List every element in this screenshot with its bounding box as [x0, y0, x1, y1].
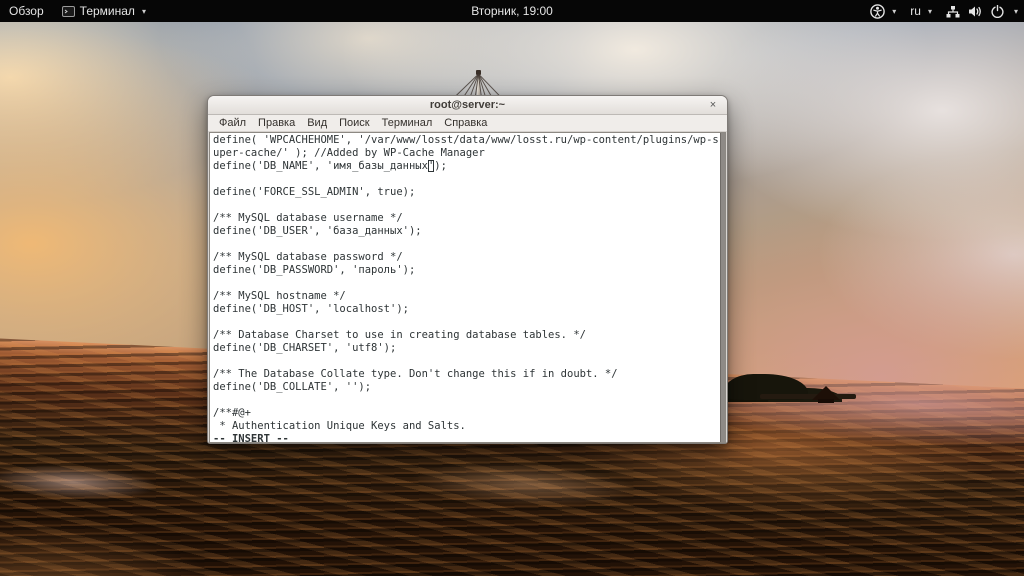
menu-item-Файл[interactable]: Файл — [213, 117, 252, 129]
hut-base — [818, 399, 834, 403]
window-title: root@server:~ — [429, 99, 506, 111]
terminal-line: uper-cache/' ); //Added by WP-Cache Mana… — [213, 147, 485, 159]
terminal-line: /** MySQL hostname */ — [213, 290, 346, 302]
chevron-down-icon: ▾ — [141, 6, 146, 16]
terminal-line: define( 'WPCACHEHOME', '/var/www/losst/d… — [213, 134, 719, 146]
wired-network-icon — [946, 5, 960, 18]
menu-item-Терминал[interactable]: Терминал — [376, 117, 439, 129]
gnome-top-bar: Обзор Терминал ▾ Вторник, 19:00 ▾ ru ▾ ▾ — [0, 0, 1024, 22]
hut-roof — [812, 386, 840, 400]
keyboard-layout-menu[interactable]: ru ▾ — [908, 0, 934, 22]
menu-item-Поиск[interactable]: Поиск — [333, 117, 375, 129]
chevron-down-icon: ▾ — [1013, 6, 1018, 16]
terminal-line: define('DB_CHARSET', 'utf8'); — [213, 342, 397, 354]
menu-item-Справка[interactable]: Справка — [438, 117, 493, 129]
power-icon — [991, 4, 1004, 18]
keyboard-layout-label: ru — [910, 4, 921, 18]
chevron-down-icon: ▾ — [927, 6, 932, 16]
system-status-menu[interactable]: ▾ — [944, 0, 1020, 22]
close-button[interactable]: × — [706, 98, 720, 112]
terminal-line: /** MySQL database username */ — [213, 212, 403, 224]
volume-icon — [968, 5, 983, 18]
terminal-line: -- INSERT -- — [213, 433, 289, 443]
terminal-line: define('DB_USER', 'база_данных'); — [213, 225, 422, 237]
app-menu-terminal[interactable]: Терминал ▾ — [53, 0, 155, 22]
terminal-line: define('FORCE_SSL_ADMIN', true); — [213, 186, 416, 198]
terminal-menubar: Файл Правка Вид Поиск Терминал Справка — [208, 115, 727, 132]
island-shore — [760, 394, 856, 399]
window-titlebar[interactable]: root@server:~ × — [208, 96, 727, 115]
app-menu-label: Терминал — [79, 4, 135, 18]
terminal-screen[interactable]: define( 'WPCACHEHOME', '/var/www/losst/d… — [209, 132, 726, 443]
chevron-down-icon: ▾ — [892, 6, 897, 16]
terminal-line: /** MySQL database password */ — [213, 251, 403, 263]
terminal-line: define('DB_PASSWORD', 'пароль'); — [213, 264, 416, 276]
terminal-line: /** The Database Collate type. Don't cha… — [213, 368, 618, 380]
terminal-line: define('DB_NAME', 'имя_базы_данных'); — [213, 160, 447, 172]
terminal-scrollbar[interactable] — [720, 133, 725, 442]
terminal-line: /** Database Charset to use in creating … — [213, 329, 586, 341]
terminal-window: root@server:~ × Файл Правка Вид Поиск Термин… — [207, 95, 728, 444]
menu-item-Вид[interactable]: Вид — [301, 117, 333, 129]
terminal-line: define('DB_HOST', 'localhost'); — [213, 303, 409, 315]
activities-button[interactable]: Обзор — [0, 0, 53, 22]
activities-label: Обзор — [9, 4, 44, 18]
menu-item-Правка[interactable]: Правка — [252, 117, 301, 129]
terminal-app-icon — [61, 5, 75, 17]
accessibility-menu[interactable]: ▾ — [868, 0, 898, 22]
terminal-line: * Authentication Unique Keys and Salts. — [213, 420, 466, 432]
terminal-line: define('DB_COLLATE', ''); — [213, 381, 372, 393]
terminal-line: /**#@+ — [213, 407, 251, 419]
accessibility-icon — [870, 3, 886, 19]
